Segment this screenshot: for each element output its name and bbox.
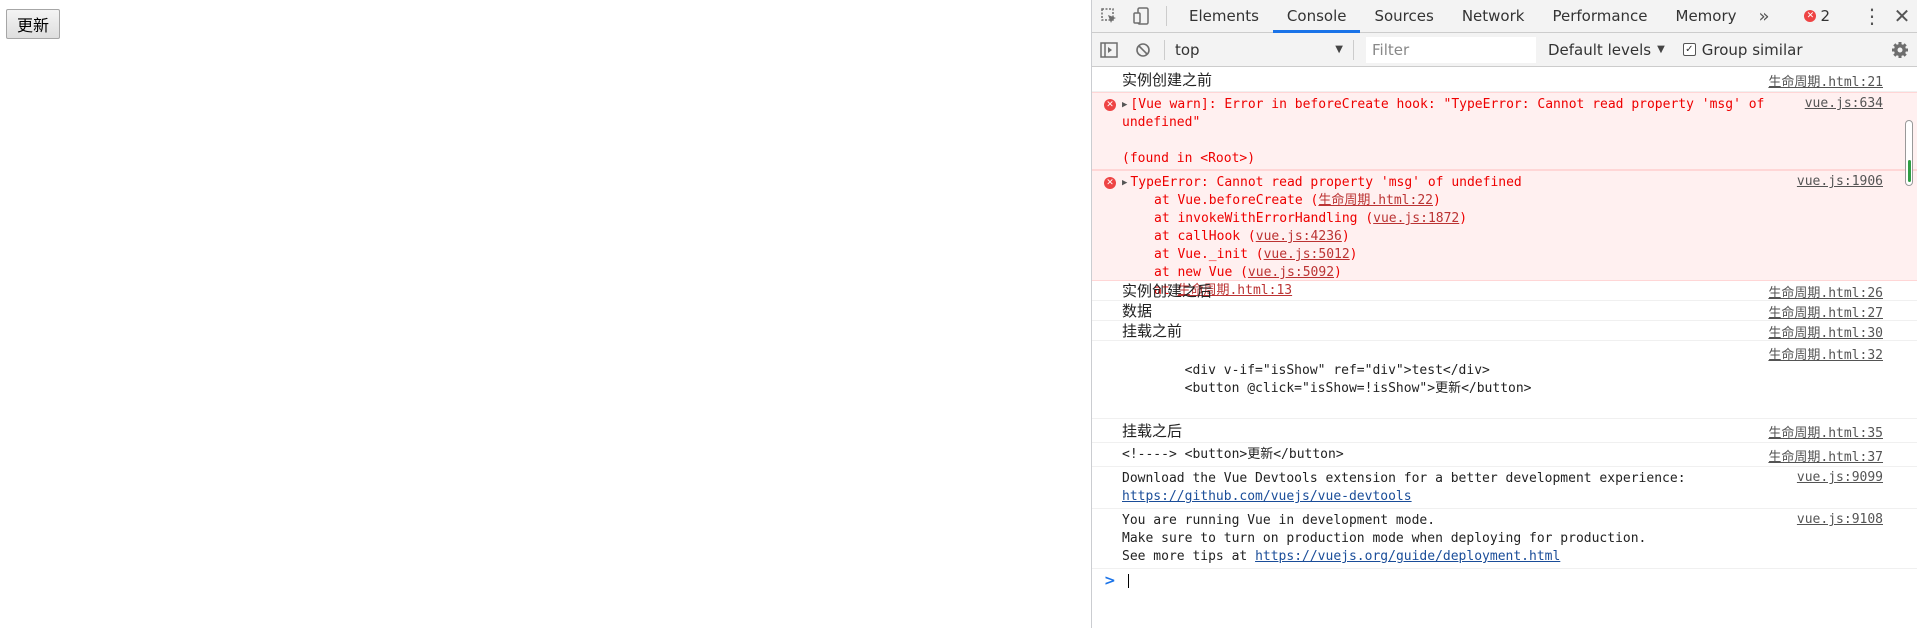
tab-memory[interactable]: Memory	[1662, 0, 1751, 32]
devtools-link[interactable]: https://github.com/vuejs/vue-devtools	[1122, 489, 1412, 504]
message-text: TypeError: Cannot read property 'msg' of…	[1130, 175, 1522, 190]
stack-frame-link[interactable]: 生命周期.html:22	[1318, 193, 1433, 208]
message-source-link[interactable]: 生命周期.html:26	[1768, 282, 1883, 301]
devtools-panel: Elements Console Sources Network Perform…	[1091, 0, 1917, 628]
message-source-link[interactable]: 生命周期.html:27	[1768, 302, 1883, 321]
close-icon[interactable]: ✕	[1887, 0, 1917, 33]
text-caret	[1127, 574, 1129, 588]
console-message: 实例创建之前 生命周期.html:21	[1092, 68, 1917, 92]
message-code-line: <div v-if="isShow" ref="div">test</div>	[1122, 363, 1490, 378]
dropdown-arrow-icon: ▼	[1335, 44, 1343, 55]
scrollbar-thumb[interactable]	[1908, 160, 1911, 182]
message-source-link[interactable]: vue.js:634	[1805, 96, 1883, 111]
message-text: [Vue warn]: Error in beforeCreate hook: …	[1122, 97, 1773, 130]
clear-console-icon[interactable]	[1126, 33, 1160, 67]
device-toolbar-icon[interactable]	[1125, 0, 1158, 32]
expand-triangle-icon[interactable]: ▶	[1122, 174, 1127, 192]
console-message: Download the Vue Devtools extension for …	[1092, 467, 1917, 509]
filter-input[interactable]	[1366, 36, 1536, 63]
stack-frame: at new Vue (vue.js:5092)	[1154, 265, 1342, 280]
console-message: 挂载之前 生命周期.html:30	[1092, 321, 1917, 341]
error-icon: ✕	[1104, 177, 1116, 189]
group-similar-label: Group similar	[1701, 40, 1803, 59]
console-message: 挂载之后 生命周期.html:35	[1092, 419, 1917, 443]
message-source-link[interactable]: 生命周期.html:21	[1768, 71, 1883, 90]
tab-elements[interactable]: Elements	[1175, 0, 1273, 32]
message-text: Make sure to turn on production mode whe…	[1122, 531, 1647, 546]
group-similar-toggle[interactable]: ✓ Group similar	[1682, 40, 1803, 59]
context-select[interactable]: top ▼	[1169, 37, 1349, 63]
sidebar-toggle-icon[interactable]	[1092, 33, 1126, 67]
message-source-link[interactable]: 生命周期.html:32	[1768, 344, 1883, 363]
prompt-chevron-icon: >	[1104, 573, 1116, 589]
message-source-link[interactable]: vue.js:9108	[1797, 512, 1883, 527]
message-code-line: <button @click="isShow=!isShow">更新</butt…	[1122, 381, 1532, 396]
console-message: 实例创建之后 生命周期.html:26	[1092, 281, 1917, 301]
update-button[interactable]: 更新	[6, 9, 60, 39]
tab-network[interactable]: Network	[1448, 0, 1539, 32]
error-count: 2	[1820, 7, 1830, 25]
console-error: ✕ ▶ [Vue warn]: Error in beforeCreate hoo…	[1092, 92, 1917, 170]
message-text: See more tips at	[1122, 549, 1256, 564]
dropdown-arrow-icon: ▼	[1657, 44, 1665, 55]
checkbox-checked-icon[interactable]: ✓	[1682, 43, 1696, 56]
console-messages: 实例创建之前 生命周期.html:21 ✕ ▶ [Vue warn]: Error…	[1092, 68, 1917, 628]
console-message: 数据 生命周期.html:27	[1092, 301, 1917, 321]
inspect-element-icon[interactable]	[1092, 0, 1125, 32]
stack-frame-link[interactable]: vue.js:5092	[1248, 265, 1334, 280]
error-counter[interactable]: ✕ 2	[1794, 7, 1840, 25]
console-prompt[interactable]: >	[1092, 569, 1917, 593]
stack-frame: at callHook (vue.js:4236)	[1154, 229, 1350, 244]
console-toolbar: top ▼ Default levels ▼ ✓ Group similar	[1092, 33, 1917, 67]
message-source-link[interactable]: 生命周期.html:35	[1768, 422, 1883, 441]
console-message: <div v-if="isShow" ref="div">test</div> …	[1092, 341, 1917, 419]
tab-performance[interactable]: Performance	[1538, 0, 1661, 32]
message-text: You are running Vue in development mode.	[1122, 513, 1436, 528]
devtools-tabbar: Elements Console Sources Network Perform…	[1092, 0, 1917, 33]
log-levels-dropdown[interactable]: Default levels ▼	[1548, 41, 1665, 59]
gear-icon[interactable]	[1883, 41, 1917, 59]
log-levels-label: Default levels	[1548, 40, 1652, 59]
stack-frame-link[interactable]: vue.js:5012	[1264, 247, 1350, 262]
console-message: You are running Vue in development mode.…	[1092, 509, 1917, 569]
message-source-link[interactable]: 生命周期.html:30	[1768, 322, 1883, 341]
toolbar-divider	[1164, 39, 1165, 60]
kebab-icon[interactable]: ⋮	[1857, 0, 1887, 33]
deployment-link[interactable]: https://vuejs.org/guide/deployment.html	[1255, 549, 1560, 564]
message-source-link[interactable]: vue.js:1906	[1797, 174, 1883, 189]
console-scrollbar[interactable]	[1905, 120, 1913, 186]
message-text-secondary: (found in <Root>)	[1122, 151, 1256, 166]
stack-frame: at Vue._init (vue.js:5012)	[1154, 247, 1358, 262]
tab-console[interactable]: Console	[1272, 0, 1361, 33]
stack-frame-link[interactable]: vue.js:1872	[1373, 211, 1459, 226]
toolbar-divider	[1166, 6, 1167, 26]
console-error: ✕ ▶ TypeError: Cannot read property 'msg'…	[1092, 170, 1917, 298]
tab-sources[interactable]: Sources	[1360, 0, 1447, 32]
stack-frame: at Vue.beforeCreate (生命周期.html:22)	[1154, 193, 1441, 208]
context-value: top	[1175, 40, 1200, 59]
console-message: <!----> <button>更新</button> 生命周期.html:37	[1092, 443, 1917, 467]
toolbar-divider	[1353, 39, 1354, 60]
inspected-page: 更新	[0, 0, 1091, 628]
error-icon: ✕	[1804, 10, 1817, 22]
expand-triangle-icon[interactable]: ▶	[1122, 96, 1127, 114]
message-source-link[interactable]: 生命周期.html:37	[1768, 446, 1883, 465]
message-source-link[interactable]: vue.js:9099	[1797, 470, 1883, 485]
more-tabs-button[interactable]: »	[1751, 0, 1778, 32]
stack-frame-link[interactable]: vue.js:4236	[1256, 229, 1342, 244]
stack-frame: at invokeWithErrorHandling (vue.js:1872)	[1154, 211, 1468, 226]
message-text: Download the Vue Devtools extension for …	[1122, 471, 1686, 486]
error-icon: ✕	[1104, 99, 1116, 111]
